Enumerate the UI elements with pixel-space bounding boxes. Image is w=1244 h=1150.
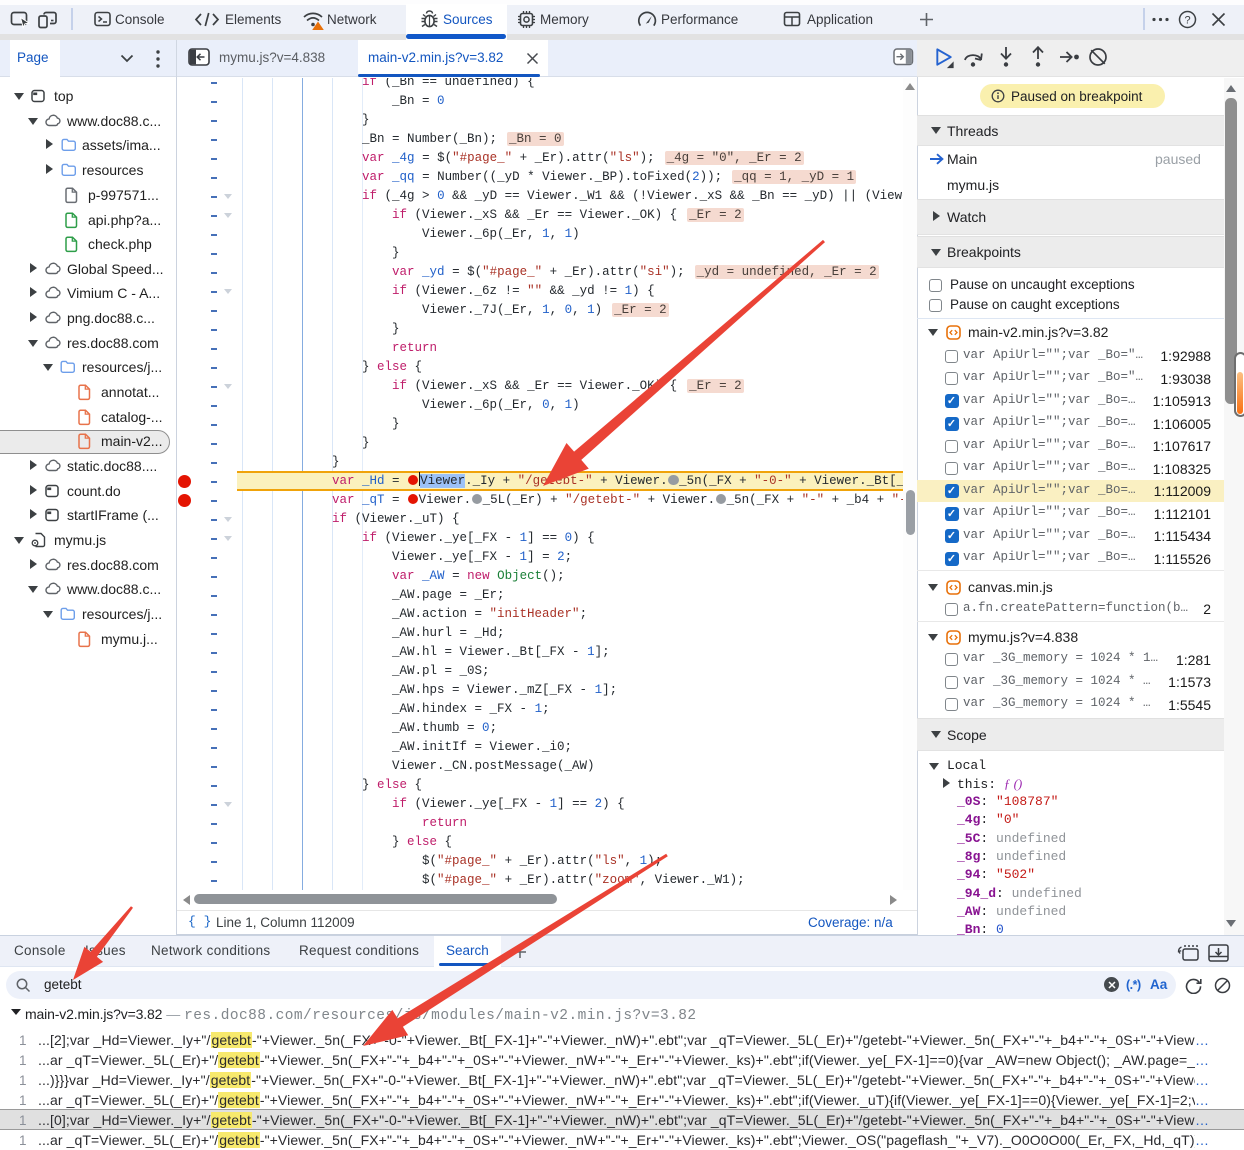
svg-text:?: ? — [1184, 15, 1190, 27]
